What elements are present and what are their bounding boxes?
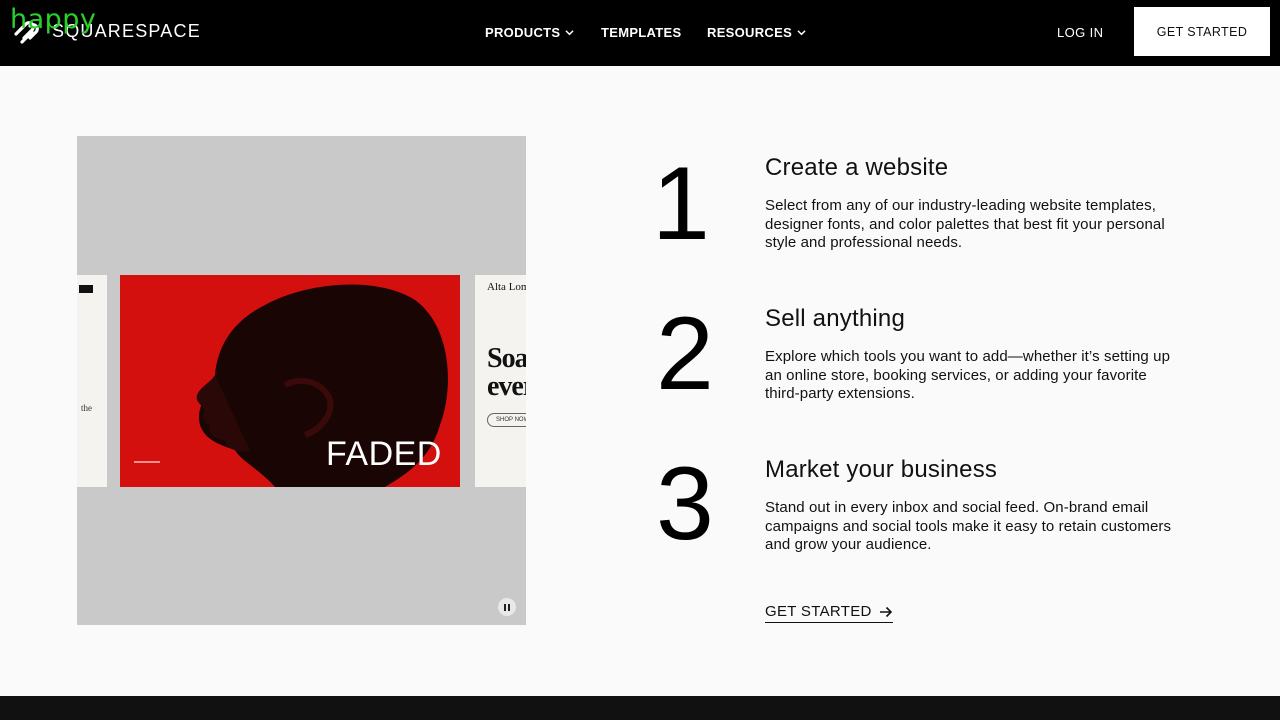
pause-icon-bar bbox=[508, 603, 510, 611]
step-title: Sell anything bbox=[765, 305, 906, 332]
step-title: Create a website bbox=[765, 154, 949, 181]
site-header: SQUARESPACE happy PRODUCTS TEMPLATES RES… bbox=[0, 0, 1280, 66]
pause-button[interactable] bbox=[498, 598, 516, 616]
carousel-slide-current: FADED bbox=[120, 275, 460, 487]
nav-products-label: PRODUCTS bbox=[485, 24, 561, 40]
get-started-button[interactable]: GET STARTED bbox=[1134, 7, 1270, 56]
step-number: 1 bbox=[652, 146, 710, 262]
step-description: Select from any of our industry-leading … bbox=[765, 197, 1165, 252]
slide-footer-mark bbox=[134, 461, 160, 463]
step-description: Explore which tools you want to add—whet… bbox=[765, 348, 1171, 403]
pause-icon bbox=[504, 603, 506, 611]
footer-strip bbox=[0, 696, 1280, 720]
chevron-down-icon bbox=[565, 29, 574, 35]
template-carousel: the FADED Alta Lom Soa ever SHOP NOW bbox=[77, 136, 526, 625]
slide-headline: FADED bbox=[326, 435, 442, 473]
slide-tag bbox=[79, 285, 93, 293]
login-link[interactable]: LOG IN bbox=[1057, 22, 1103, 42]
chevron-down-icon bbox=[797, 29, 806, 35]
nav-templates[interactable]: TEMPLATES bbox=[601, 22, 681, 42]
get-started-link-label: GET STARTED bbox=[765, 603, 872, 620]
watermark-text: happy bbox=[10, 4, 97, 35]
slide-next-title: Alta Lom bbox=[487, 281, 526, 293]
step-description: Stand out in every inbox and social feed… bbox=[765, 499, 1172, 554]
nav-resources-label: RESOURCES bbox=[707, 24, 793, 40]
step-title: Market your business bbox=[765, 456, 998, 483]
step-number: 2 bbox=[656, 296, 714, 412]
get-started-link[interactable]: GET STARTED bbox=[765, 603, 893, 623]
slide-next-headline: Soa ever bbox=[487, 345, 526, 401]
step-number: 3 bbox=[656, 446, 714, 562]
nav-templates-label: TEMPLATES bbox=[601, 24, 682, 40]
slide-next-button: SHOP NOW bbox=[487, 413, 526, 427]
carousel-slide-prev: the bbox=[77, 275, 107, 487]
nav-products[interactable]: PRODUCTS bbox=[485, 22, 574, 42]
nav-resources[interactable]: RESOURCES bbox=[707, 22, 806, 42]
slide-next-headline-line2: ever bbox=[487, 371, 526, 402]
carousel-slide-next: Alta Lom Soa ever SHOP NOW bbox=[475, 275, 526, 487]
slide-next-headline-line1: Soa bbox=[487, 343, 526, 374]
arrow-right-icon bbox=[879, 606, 892, 617]
slide-prev-text: the bbox=[81, 403, 92, 413]
